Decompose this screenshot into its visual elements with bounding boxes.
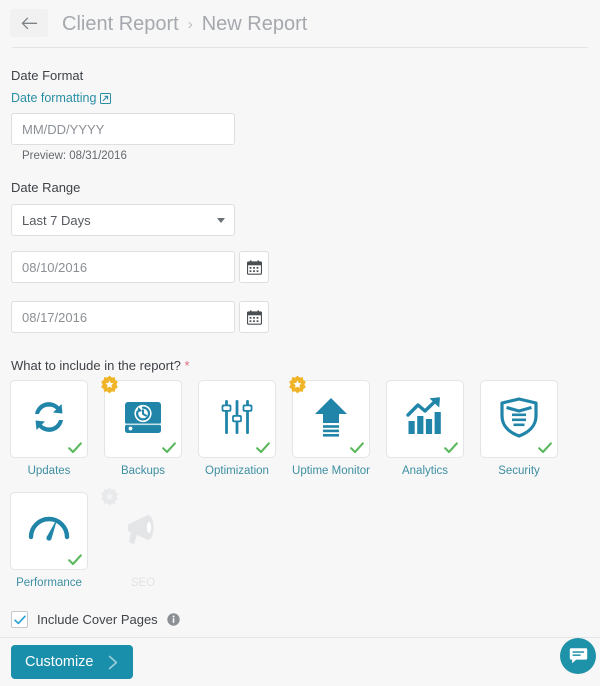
tile-selected-check-icon: [162, 442, 176, 454]
cover-pages-label: Include Cover Pages: [37, 612, 158, 627]
header-divider: [12, 47, 588, 48]
customize-button-label: Customize: [25, 654, 94, 670]
tile-box[interactable]: [10, 380, 88, 458]
tile-label: Analytics: [401, 465, 449, 477]
shield-icon: [496, 394, 542, 445]
premium-star-badge-icon: [100, 375, 119, 394]
tile-selected-check-icon: [68, 554, 82, 566]
arrow-left-icon: [21, 17, 37, 29]
checkmark-icon: [13, 615, 26, 624]
backup-drive-icon: [120, 394, 166, 445]
include-tile-updates[interactable]: Updates: [10, 380, 88, 478]
date-format-preview: Preview: 08/31/2016: [22, 150, 127, 162]
date-format-input-value: MM/DD/YYYY: [22, 121, 105, 137]
end-date-calendar-button[interactable]: [239, 301, 269, 333]
date-range-select-value: Last 7 Days: [22, 212, 91, 228]
include-tile-performance[interactable]: Performance: [10, 492, 88, 590]
tile-label: Backups: [120, 465, 166, 477]
required-marker: *: [184, 358, 190, 373]
tile-box[interactable]: [480, 380, 558, 458]
cover-pages-row: Include Cover Pages: [11, 611, 180, 628]
include-section-label: What to include in the report? *: [11, 358, 190, 373]
tile-label: Updates: [27, 465, 71, 477]
include-tile-seo: SEO: [101, 487, 182, 590]
tile-box[interactable]: [10, 492, 88, 570]
chat-button[interactable]: [560, 638, 596, 674]
new-report-page: Client Report › New Report Date Format D…: [0, 0, 600, 686]
tile-selected-check-icon: [256, 442, 270, 454]
tile-label: SEO: [130, 577, 156, 589]
tile-selected-check-icon: [68, 442, 82, 454]
include-tile-analytics[interactable]: Analytics: [386, 380, 464, 478]
breadcrumb-separator-icon: ›: [187, 15, 193, 33]
end-date-input[interactable]: 08/17/2016: [11, 301, 235, 333]
up-arrow-icon: [308, 394, 354, 445]
tile-label: Optimization: [205, 465, 269, 477]
start-date-input[interactable]: 08/10/2016: [11, 251, 235, 283]
external-link-icon: [100, 92, 112, 104]
start-date-value: 08/10/2016: [22, 259, 88, 275]
include-tile-optimization[interactable]: Optimization: [198, 380, 276, 478]
tile-box[interactable]: [386, 380, 464, 458]
date-formatting-link[interactable]: Date formatting: [11, 91, 112, 105]
date-format-input[interactable]: MM/DD/YYYY: [11, 113, 235, 145]
include-tile-uptime-monitor[interactable]: Uptime Monitor: [289, 375, 370, 478]
cover-pages-checkbox[interactable]: [11, 611, 28, 628]
back-button[interactable]: [10, 9, 48, 37]
tile-label: Uptime Monitor: [292, 465, 370, 477]
breadcrumb-current: New Report: [201, 12, 308, 35]
breadcrumb: Client Report › New Report: [62, 9, 307, 39]
customize-button[interactable]: Customize: [11, 645, 133, 679]
tile-box[interactable]: [101, 375, 182, 458]
include-section-question: What to include in the report?: [11, 358, 181, 373]
info-icon[interactable]: [166, 613, 180, 626]
footer-divider: [0, 637, 600, 638]
calendar-icon: [246, 259, 262, 275]
page-header: Client Report › New Report: [0, 0, 600, 48]
date-range-select[interactable]: Last 7 Days: [11, 204, 235, 236]
tile-selected-check-icon: [538, 442, 552, 454]
end-date-value: 08/17/2016: [22, 309, 88, 325]
tile-label: Security: [498, 465, 540, 477]
calendar-icon: [246, 309, 262, 325]
tile-selected-check-icon: [350, 442, 364, 454]
date-formatting-link-label: Date formatting: [11, 91, 97, 105]
gauge-icon: [26, 506, 72, 557]
date-range-label: Date Range: [11, 180, 81, 195]
breadcrumb-parent[interactable]: Client Report: [62, 13, 179, 36]
premium-star-badge-icon: [100, 487, 119, 506]
refresh-sync-icon: [26, 394, 72, 445]
chevron-down-icon: [217, 218, 225, 223]
include-tile-backups[interactable]: Backups: [101, 375, 182, 478]
start-date-calendar-button[interactable]: [239, 251, 269, 283]
tile-box[interactable]: [198, 380, 276, 458]
tile-box: [101, 487, 182, 570]
bar-chart-trend-icon: [402, 394, 448, 445]
chat-bubble-icon: [569, 648, 587, 664]
premium-star-badge-icon: [288, 375, 307, 394]
tile-selected-check-icon: [444, 442, 458, 454]
tile-label: Performance: [16, 577, 82, 589]
megaphone-icon: [120, 506, 166, 557]
sliders-icon: [214, 394, 260, 445]
tile-box[interactable]: [289, 375, 370, 458]
date-format-label: Date Format: [11, 68, 84, 83]
chevron-right-icon: [108, 655, 119, 670]
include-tile-security[interactable]: Security: [480, 380, 558, 478]
